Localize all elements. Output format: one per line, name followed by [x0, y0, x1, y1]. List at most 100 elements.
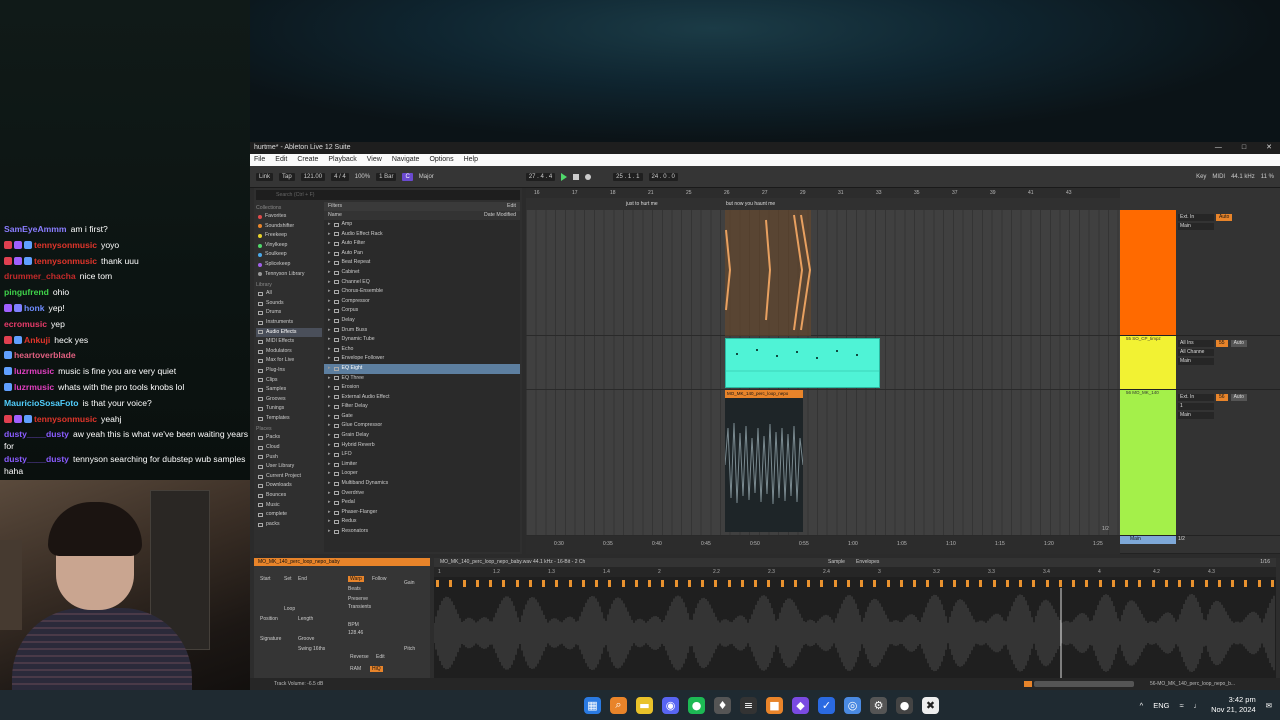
- expand-arrow-icon[interactable]: ▸: [328, 421, 331, 431]
- library-item[interactable]: Modulators: [256, 347, 322, 357]
- collection-item[interactable]: Soundshifter: [256, 222, 322, 232]
- chat-username[interactable]: luzrmusic: [14, 382, 54, 392]
- browser-item[interactable]: ▸ Audio Effect Rack: [324, 230, 520, 240]
- collection-item[interactable]: Soulkeep: [256, 250, 322, 260]
- warp-marker[interactable]: [886, 580, 890, 587]
- tap-button[interactable]: Tap: [279, 172, 295, 181]
- place-item[interactable]: Downloads: [256, 481, 322, 491]
- warp-marker[interactable]: [1125, 580, 1128, 587]
- expand-arrow-icon[interactable]: ▸: [328, 297, 331, 307]
- expand-arrow-icon[interactable]: ▸: [328, 354, 331, 364]
- warp-marker[interactable]: [502, 580, 506, 587]
- expand-arrow-icon[interactable]: ▸: [328, 364, 331, 374]
- warp-marker[interactable]: [701, 580, 704, 587]
- place-item[interactable]: User Library: [256, 462, 322, 472]
- browser-item[interactable]: ▸ Amp: [324, 220, 520, 230]
- warp-markers[interactable]: [434, 580, 1276, 588]
- chat-username[interactable]: Ankuji: [24, 335, 50, 345]
- warp-marker[interactable]: [860, 580, 863, 587]
- app-blue-icon[interactable]: ✓: [818, 696, 835, 714]
- browser-item[interactable]: ▸ Erosion: [324, 383, 520, 393]
- expand-arrow-icon[interactable]: ▸: [328, 306, 331, 316]
- warp-marker[interactable]: [1005, 580, 1009, 587]
- menu-edit[interactable]: Edit: [275, 154, 287, 166]
- menu-options[interactable]: Options: [429, 154, 453, 166]
- expand-arrow-icon[interactable]: ▸: [328, 450, 331, 460]
- place-item[interactable]: packs: [256, 520, 322, 530]
- warp-marker[interactable]: [979, 580, 983, 587]
- library-item[interactable]: Drums: [256, 308, 322, 318]
- browser-item[interactable]: ▸ Gate: [324, 412, 520, 422]
- warp-marker[interactable]: [807, 580, 810, 587]
- wifi-icon[interactable]: ≈: [1179, 701, 1183, 710]
- place-item[interactable]: Push: [256, 453, 322, 463]
- chat-username[interactable]: pingufrend: [4, 287, 49, 297]
- library-item[interactable]: Clips: [256, 376, 322, 386]
- browser-item[interactable]: ▸ Multiband Dynamics: [324, 479, 520, 489]
- expand-arrow-icon[interactable]: ▸: [328, 393, 331, 403]
- warp-marker[interactable]: [568, 580, 572, 587]
- chat-username[interactable]: dusty____dusty: [4, 429, 69, 439]
- expand-arrow-icon[interactable]: ▸: [328, 268, 331, 278]
- master-output[interactable]: 1/2: [1178, 536, 1185, 542]
- warp-marker[interactable]: [939, 580, 943, 587]
- library-item[interactable]: Grooves: [256, 395, 322, 405]
- warp-marker[interactable]: [1072, 580, 1075, 587]
- track-2-channel[interactable]: All Channe: [1178, 349, 1214, 356]
- warp-marker[interactable]: [767, 580, 771, 587]
- place-item[interactable]: Cloud: [256, 443, 322, 453]
- warp-marker[interactable]: [1058, 580, 1062, 587]
- expand-arrow-icon[interactable]: ▸: [328, 498, 331, 508]
- warp-marker[interactable]: [1204, 580, 1208, 587]
- warp-marker[interactable]: [793, 580, 797, 587]
- loop-start-field[interactable]: 25 . 1 . 1: [613, 172, 643, 181]
- place-item[interactable]: Music: [256, 501, 322, 511]
- warp-marker[interactable]: [714, 580, 718, 587]
- expand-arrow-icon[interactable]: ▸: [328, 412, 331, 422]
- menu-help[interactable]: Help: [464, 154, 478, 166]
- library-item[interactable]: Templates: [256, 414, 322, 424]
- warp-marker[interactable]: [674, 580, 678, 587]
- beat-ruler[interactable]: 16 17 18 21 25 26 27 29 31 33 35 37 39 41 43: [526, 188, 1120, 198]
- track-2-lane[interactable]: [526, 336, 1120, 390]
- warp-marker[interactable]: [1045, 580, 1049, 587]
- loop-button[interactable]: Loop: [284, 606, 295, 612]
- expand-arrow-icon[interactable]: ▸: [328, 335, 331, 345]
- reverse-button[interactable]: Reverse: [350, 654, 369, 660]
- warp-marker[interactable]: [595, 580, 598, 587]
- discord-icon[interactable]: ◉: [662, 696, 679, 714]
- track-2-output[interactable]: Main: [1178, 358, 1214, 365]
- warp-marker[interactable]: [1138, 580, 1142, 587]
- zoom-field[interactable]: 100%: [355, 174, 370, 180]
- envelopes-tab[interactable]: Envelopes: [856, 558, 879, 567]
- minimize-button[interactable]: —: [1215, 142, 1222, 154]
- chat-username[interactable]: drummer_chacha: [4, 271, 76, 281]
- app-icon[interactable]: ♦: [714, 696, 731, 714]
- key-map-button[interactable]: Key: [1196, 174, 1206, 180]
- track-2-volume[interactable]: 55: [1216, 340, 1228, 347]
- warp-marker[interactable]: [992, 580, 996, 587]
- warp-marker[interactable]: [740, 580, 744, 587]
- scale-select[interactable]: Major: [419, 174, 434, 180]
- sample-tab[interactable]: Sample: [828, 558, 845, 567]
- warp-marker[interactable]: [462, 580, 466, 587]
- vocal-clip[interactable]: [526, 210, 1120, 336]
- transients-select[interactable]: Transients: [348, 604, 371, 610]
- menu-file[interactable]: File: [254, 154, 265, 166]
- expand-arrow-icon[interactable]: ▸: [328, 469, 331, 479]
- song-position[interactable]: 27 . 4 . 4: [525, 172, 556, 181]
- expand-arrow-icon[interactable]: ▸: [328, 326, 331, 336]
- set-start-button[interactable]: Set: [284, 576, 292, 582]
- chat-username[interactable]: MauricioSosaFoto: [4, 398, 79, 408]
- loop-length-field[interactable]: 24 . 0 . 0: [648, 172, 678, 181]
- chat-username[interactable]: SamEyeAmmm: [4, 224, 67, 234]
- chat-username[interactable]: tennysonmusic: [34, 414, 97, 424]
- browser-item[interactable]: ▸ LFO: [324, 450, 520, 460]
- bpm-field[interactable]: 128.46: [348, 630, 363, 636]
- chat-username[interactable]: dusty____dusty: [4, 454, 69, 464]
- warp-marker[interactable]: [727, 580, 731, 587]
- browser-item[interactable]: ▸ Compressor: [324, 297, 520, 307]
- browser-item[interactable]: ▸ Beat Repeat: [324, 258, 520, 268]
- track-1-color[interactable]: [1120, 210, 1176, 335]
- warp-marker[interactable]: [1270, 580, 1274, 587]
